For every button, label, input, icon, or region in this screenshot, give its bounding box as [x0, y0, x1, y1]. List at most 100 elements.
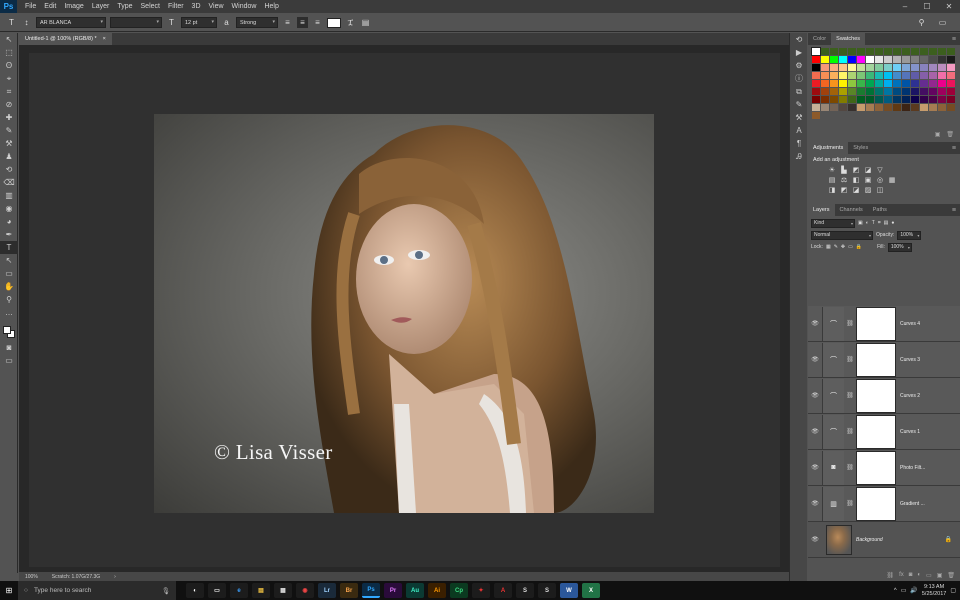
- swatch[interactable]: [812, 80, 820, 87]
- history-icon[interactable]: ⟲: [790, 33, 808, 46]
- adjustment-row3-1-icon[interactable]: ◩: [840, 187, 848, 195]
- new-swatch-icon[interactable]: ▣: [935, 131, 941, 138]
- character-icon[interactable]: A: [790, 124, 808, 137]
- swatch[interactable]: [938, 48, 946, 55]
- lock-pixels-icon[interactable]: ✎: [834, 244, 838, 250]
- tab-layers[interactable]: Layers: [808, 204, 835, 216]
- tab-channels[interactable]: Channels: [835, 204, 868, 216]
- maximize-button[interactable]: ☐: [916, 0, 938, 13]
- adjustment-row3-2-icon[interactable]: ◪: [852, 187, 860, 195]
- layer-row[interactable]: 👁 ⌒ ⛓ Curves 4: [808, 306, 960, 342]
- swatch[interactable]: [830, 64, 838, 71]
- taskbar-app-icon[interactable]: ▤: [252, 583, 270, 598]
- visibility-eye-icon[interactable]: 👁: [808, 464, 822, 471]
- eyedropper-tool-icon[interactable]: ⊘: [0, 98, 18, 111]
- actions-icon[interactable]: ▶: [790, 46, 808, 59]
- swatch[interactable]: [911, 96, 919, 103]
- swatch[interactable]: [920, 96, 928, 103]
- swatch[interactable]: [848, 96, 856, 103]
- blur-tool-icon[interactable]: ◉: [0, 202, 18, 215]
- scratch-info[interactable]: Scratch: 1.07G/27.3G: [52, 574, 100, 580]
- adjustment-row3-0-icon[interactable]: ◨: [828, 187, 836, 195]
- swatch[interactable]: [938, 56, 946, 63]
- document-tab[interactable]: Untitled-1 @ 100% (RGB/8) * ×: [19, 33, 112, 45]
- brush-tool-icon[interactable]: ✎: [0, 124, 18, 137]
- menu-select[interactable]: Select: [137, 0, 164, 13]
- adjustment-row1-0-icon[interactable]: ☀: [828, 167, 836, 175]
- visibility-eye-icon[interactable]: 👁: [808, 392, 822, 399]
- lock-artboard-icon[interactable]: ▭: [848, 244, 853, 250]
- swatch[interactable]: [893, 88, 901, 95]
- taskbar-app-icon[interactable]: S: [538, 583, 556, 598]
- mask-link-icon[interactable]: ⛓: [844, 464, 856, 471]
- swatch[interactable]: [929, 48, 937, 55]
- path-select-tool-icon[interactable]: ↖: [0, 254, 18, 267]
- quick-mask-icon[interactable]: ◙: [0, 341, 18, 354]
- mask-link-icon[interactable]: ⛓: [844, 500, 856, 507]
- adjustment-row2-2-icon[interactable]: ◧: [852, 177, 860, 185]
- adjustment-row2-1-icon[interactable]: ⚖: [840, 177, 848, 185]
- dodge-tool-icon[interactable]: ◕: [0, 215, 18, 228]
- panel-menu-icon[interactable]: ≡: [952, 145, 960, 152]
- visibility-eye-icon[interactable]: 👁: [808, 500, 822, 507]
- adjustment-row2-3-icon[interactable]: ▣: [864, 177, 872, 185]
- taskbar-app-icon[interactable]: Lr: [318, 583, 336, 598]
- crop-tool-icon[interactable]: ⌗: [0, 85, 18, 98]
- taskbar-app-icon[interactable]: ◐: [186, 583, 204, 598]
- panel-menu-icon[interactable]: ≡: [952, 207, 960, 214]
- swatch[interactable]: [947, 64, 955, 71]
- antialias-select[interactable]: Strong ▾: [236, 17, 278, 28]
- swatch[interactable]: [821, 72, 829, 79]
- menu-filter[interactable]: Filter: [164, 0, 188, 13]
- swatch[interactable]: [929, 104, 937, 111]
- menu-3d[interactable]: 3D: [188, 0, 205, 13]
- swatch[interactable]: [812, 88, 820, 95]
- toggle-orientation-icon[interactable]: ↕: [21, 17, 32, 28]
- tab-adjustments[interactable]: Adjustments: [808, 142, 849, 154]
- swatch[interactable]: [866, 56, 874, 63]
- swatch[interactable]: [830, 72, 838, 79]
- swatch[interactable]: [884, 64, 892, 71]
- network-icon[interactable]: ▭: [901, 587, 907, 594]
- more-tool-icon[interactable]: …: [0, 306, 18, 319]
- taskbar-app-icon[interactable]: Au: [406, 583, 424, 598]
- chevron-up-icon[interactable]: ^: [894, 588, 897, 594]
- layer-style-icon[interactable]: fx: [899, 572, 904, 578]
- lasso-tool-icon[interactable]: ʘ: [0, 59, 18, 72]
- swatch[interactable]: [875, 96, 883, 103]
- swatch[interactable]: [848, 72, 856, 79]
- lock-transparent-icon[interactable]: ▦: [826, 244, 831, 250]
- close-tab-icon[interactable]: ×: [103, 33, 106, 45]
- new-layer-icon[interactable]: ▣: [937, 572, 943, 579]
- swatch[interactable]: [902, 48, 910, 55]
- link-layers-icon[interactable]: ⛓: [886, 572, 894, 579]
- swatch[interactable]: [839, 80, 847, 87]
- swatch[interactable]: [911, 64, 919, 71]
- close-button[interactable]: ✕: [938, 0, 960, 13]
- swatch[interactable]: [902, 96, 910, 103]
- layer-name[interactable]: Curves 1: [900, 429, 920, 435]
- lock-position-icon[interactable]: ✥: [841, 244, 845, 250]
- swatch[interactable]: [812, 56, 820, 63]
- start-button[interactable]: ⊞: [0, 581, 18, 600]
- marquee-tool-icon[interactable]: ⬚: [0, 46, 18, 59]
- taskbar-app-icon[interactable]: Br: [340, 583, 358, 598]
- layer-row[interactable]: 👁 ⌒ ⛓ Curves 2: [808, 378, 960, 414]
- layer-name[interactable]: Curves 2: [900, 393, 920, 399]
- mask-link-icon[interactable]: ⛓: [844, 356, 856, 363]
- swatch[interactable]: [929, 56, 937, 63]
- history-brush-tool-icon[interactable]: ♟: [0, 150, 18, 163]
- swatch[interactable]: [911, 48, 919, 55]
- mask-link-icon[interactable]: ⛓: [844, 428, 856, 435]
- layer-row[interactable]: 👁 ▥ ⛓ Gradient ...: [808, 486, 960, 522]
- align-left-icon[interactable]: ≡: [282, 17, 293, 28]
- menu-view[interactable]: View: [205, 0, 228, 13]
- adjustment-row2-5-icon[interactable]: ▦: [888, 177, 896, 185]
- visibility-eye-icon[interactable]: 👁: [808, 320, 822, 327]
- font-size-select[interactable]: 12 pt ▾: [181, 17, 217, 28]
- layer-row-background[interactable]: 👁 Background 🔒: [808, 522, 960, 558]
- swatch[interactable]: [920, 64, 928, 71]
- swatch[interactable]: [947, 104, 955, 111]
- swatch[interactable]: [893, 56, 901, 63]
- adjustment-row1-2-icon[interactable]: ◩: [852, 167, 860, 175]
